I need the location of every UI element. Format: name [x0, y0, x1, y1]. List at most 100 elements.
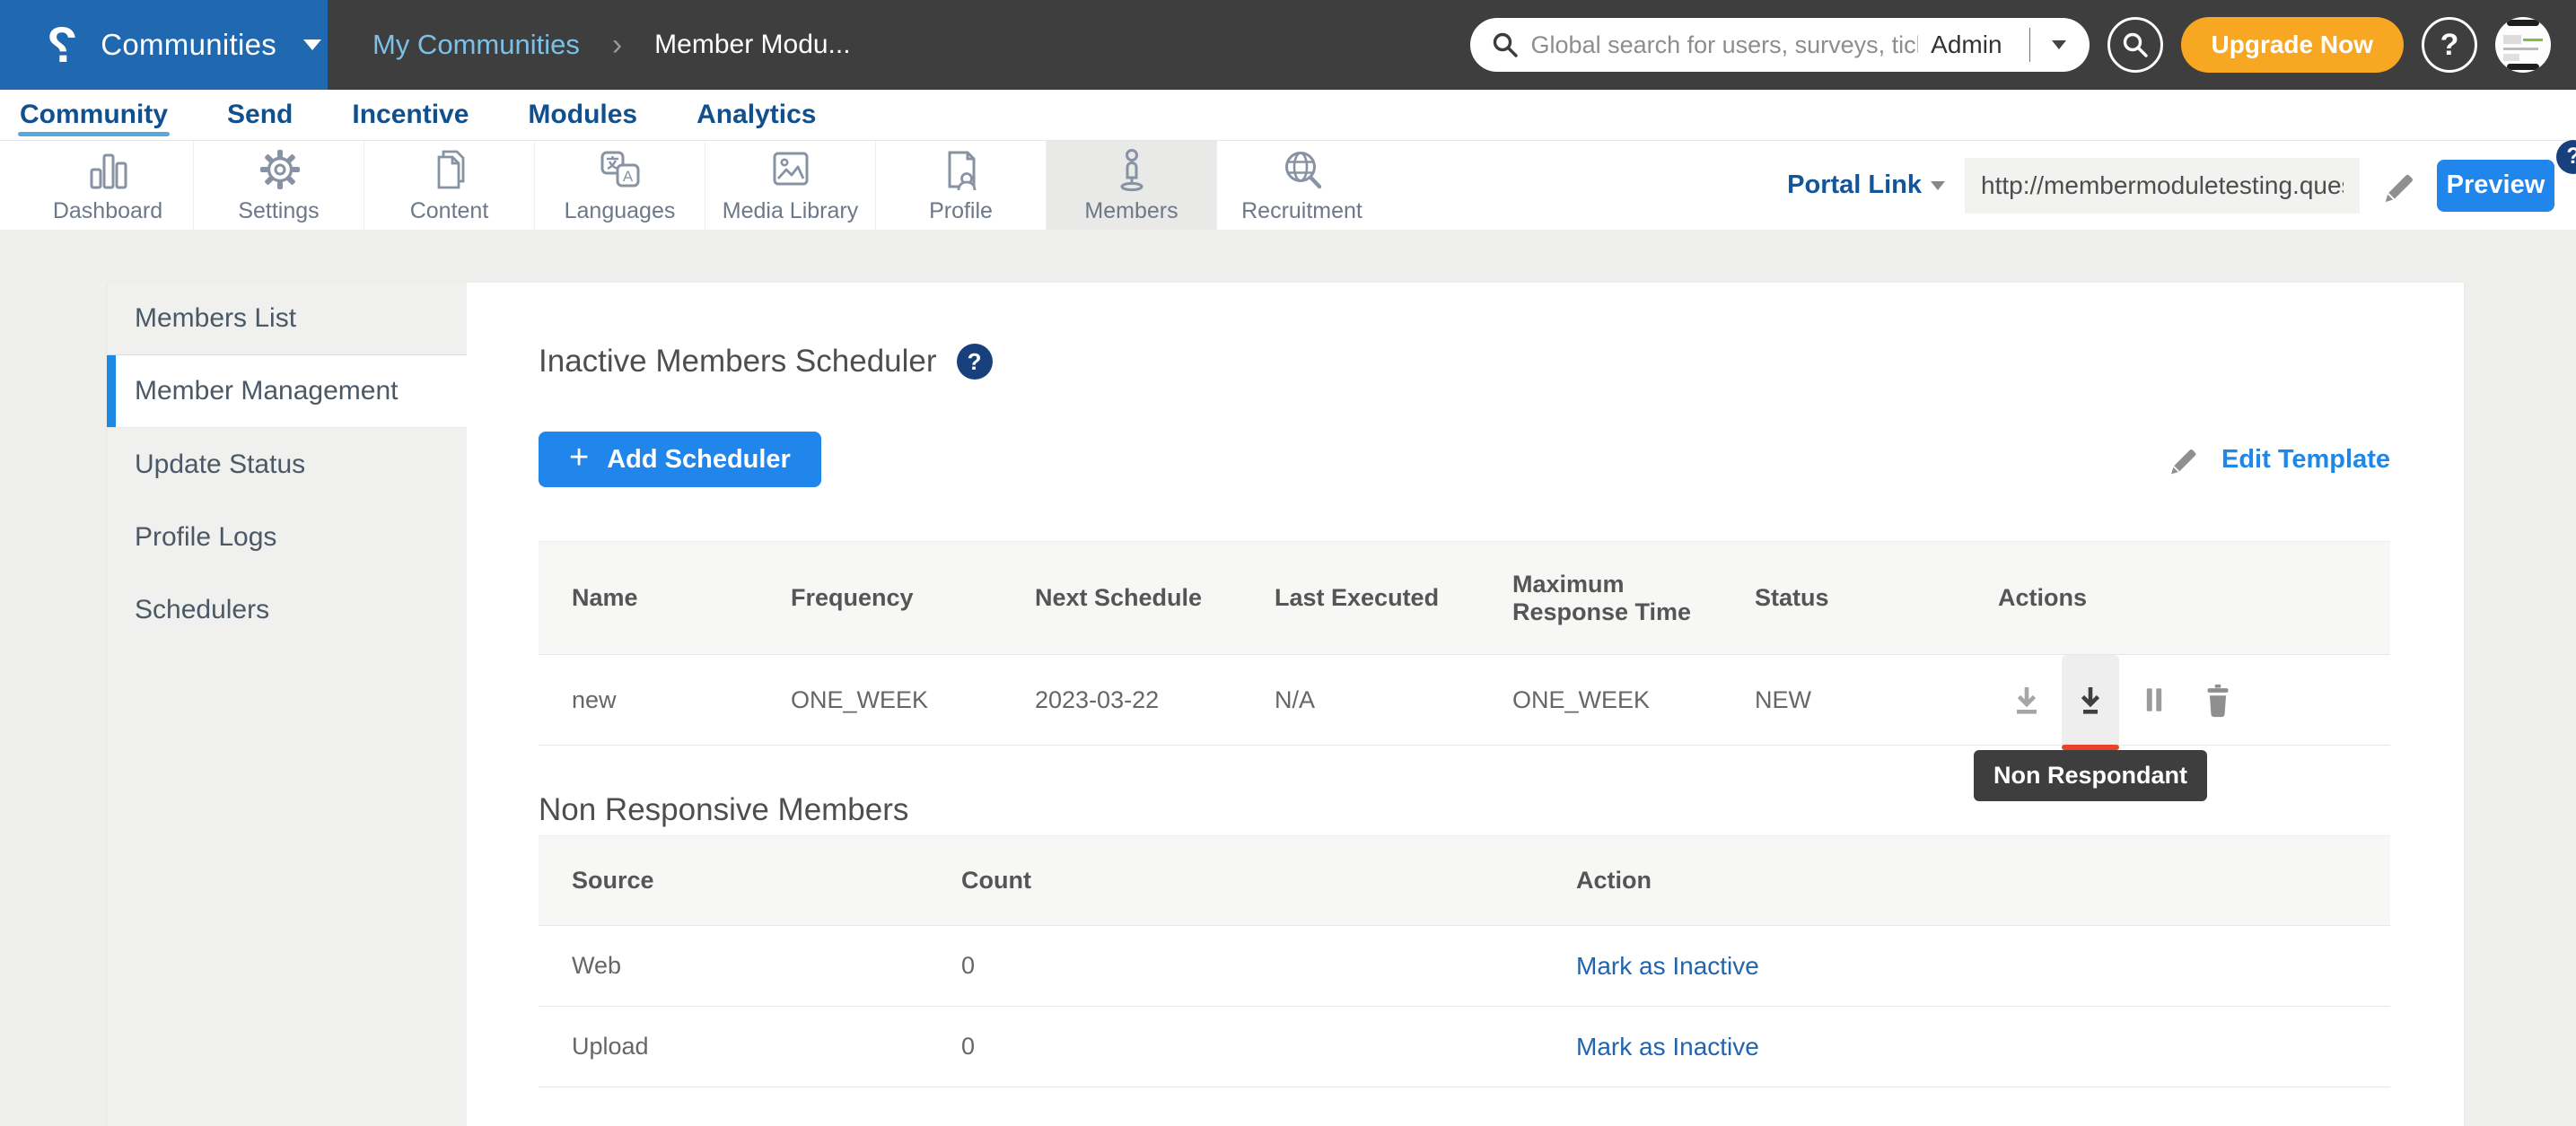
content-icon	[425, 146, 475, 193]
sidebar-item-member-management[interactable]: Member Management	[108, 355, 467, 428]
header-actions: Admin Upgrade Now ?	[1470, 17, 2576, 73]
table-row: Web 0 Mark as Inactive	[539, 926, 2390, 1007]
delete-button[interactable]	[2189, 655, 2247, 745]
search-scope[interactable]: Admin	[1931, 31, 2016, 59]
cell-status: NEW	[1755, 655, 1998, 746]
add-scheduler-button[interactable]: + Add Scheduler	[539, 432, 821, 487]
module-label: Members	[1084, 198, 1178, 224]
chevron-down-icon	[303, 39, 321, 50]
sidebar-item-members-list[interactable]: Members List	[108, 283, 467, 355]
module-label: Profile	[929, 198, 993, 224]
portal-link-dropdown[interactable]: Portal Link	[1787, 170, 1945, 200]
tab-incentive[interactable]: Incentive	[350, 90, 470, 140]
download-non-respondant-button[interactable]: Non Respondant	[2062, 655, 2119, 745]
module-members[interactable]: Members	[1046, 141, 1216, 230]
members-table-header-row: Source Count Action	[539, 836, 2390, 926]
module-recruitment[interactable]: Recruitment	[1216, 141, 1387, 230]
dashboard-icon	[83, 146, 133, 193]
module-languages[interactable]: A Languages	[534, 141, 705, 230]
download-non-respondant-icon	[2071, 680, 2110, 720]
user-avatar[interactable]	[2495, 17, 2551, 73]
download-icon	[2007, 680, 2046, 720]
module-label: Languages	[565, 198, 676, 224]
column-header: Name	[539, 542, 791, 655]
tab-send[interactable]: Send	[225, 90, 294, 140]
cell-name: new	[539, 655, 791, 746]
plus-icon: +	[569, 441, 589, 475]
global-search-input[interactable]	[1531, 31, 1919, 59]
pencil-icon	[2379, 167, 2417, 205]
module-content[interactable]: Content	[364, 141, 534, 230]
cell-last-executed: N/A	[1275, 655, 1512, 746]
pause-button[interactable]	[2125, 655, 2183, 745]
mark-as-inactive-link[interactable]: Mark as Inactive	[1576, 952, 1759, 980]
non-responsive-members-table: Source Count Action Web 0 Mark as Inacti…	[539, 835, 2390, 1087]
module-media-library[interactable]: Media Library	[705, 141, 875, 230]
breadcrumb-parent-link[interactable]: My Communities	[372, 29, 580, 61]
help-button[interactable]: ?	[2422, 17, 2477, 73]
title-help-icon[interactable]: ?	[957, 344, 993, 380]
advanced-search-button[interactable]	[2107, 17, 2163, 73]
search-icon	[2122, 31, 2149, 58]
questionpro-logo-icon: ?	[47, 20, 77, 70]
sidebar-item-schedulers[interactable]: Schedulers	[108, 573, 467, 646]
media-library-icon	[766, 146, 816, 193]
breadcrumb-current: Member Modu...	[654, 30, 850, 60]
download-button[interactable]	[1998, 655, 2055, 745]
top-header: ? Communities My Communities › Member Mo…	[0, 0, 2576, 90]
sidebar-item-profile-logs[interactable]: Profile Logs	[108, 501, 467, 573]
module-dashboard[interactable]: Dashboard	[22, 141, 193, 230]
upgrade-now-button[interactable]: Upgrade Now	[2181, 17, 2404, 73]
breadcrumb: My Communities › Member Modu...	[372, 29, 851, 61]
edit-template-link[interactable]: Edit Template	[2166, 442, 2390, 476]
product-name: Communities	[101, 28, 276, 62]
tab-analytics[interactable]: Analytics	[695, 90, 818, 140]
sidebar-item-update-status[interactable]: Update Status	[108, 428, 467, 501]
languages-icon: A	[595, 146, 645, 193]
page-background: Members List Member Management Update St…	[0, 230, 2576, 1126]
search-icon	[1492, 31, 1519, 58]
tab-community[interactable]: Community	[18, 90, 170, 140]
column-header: Source	[539, 836, 961, 926]
scheduler-table: Name Frequency Next Schedule Last Execut…	[539, 541, 2390, 746]
preview-help-icon[interactable]: ?	[2556, 140, 2576, 174]
trash-icon	[2199, 681, 2237, 719]
cell-frequency: ONE_WEEK	[791, 655, 1035, 746]
column-header: Action	[1576, 836, 2390, 926]
add-scheduler-label: Add Scheduler	[607, 445, 791, 475]
question-mark-icon: ?	[2440, 28, 2459, 63]
cell-next-schedule: 2023-03-22	[1035, 655, 1275, 746]
preview-button[interactable]: Preview	[2437, 160, 2554, 212]
cell-count: 0	[961, 1007, 1576, 1087]
tab-modules[interactable]: Modules	[526, 90, 639, 140]
table-row: Upload 0 Mark as Inactive	[539, 1007, 2390, 1087]
main-content: Inactive Members Scheduler ? + Add Sched…	[467, 283, 2464, 1126]
edit-url-button[interactable]	[2379, 167, 2417, 205]
recruitment-icon	[1277, 146, 1327, 193]
profile-icon	[936, 146, 986, 193]
column-header: Count	[961, 836, 1576, 926]
portal-link-label: Portal Link	[1787, 170, 1922, 200]
mark-as-inactive-link[interactable]: Mark as Inactive	[1576, 1033, 1759, 1061]
module-label: Recruitment	[1241, 198, 1362, 224]
content-panel: Members List Member Management Update St…	[108, 283, 2464, 1126]
product-switcher[interactable]: ? Communities	[0, 0, 328, 90]
tooltip: Non Respondant	[1974, 750, 2207, 801]
column-header: Maximum Response Time	[1512, 542, 1755, 655]
column-header: Status	[1755, 542, 1998, 655]
cell-max-response-time: ONE_WEEK	[1512, 655, 1755, 746]
column-header: Frequency	[791, 542, 1035, 655]
module-label: Media Library	[723, 198, 858, 224]
cell-actions: Non Respondant	[1998, 655, 2390, 746]
cell-source: Upload	[539, 1007, 961, 1087]
svg-text:A: A	[622, 168, 633, 185]
module-profile[interactable]: Profile	[875, 141, 1046, 230]
portal-url-field[interactable]	[1965, 158, 2360, 214]
module-settings[interactable]: Settings	[193, 141, 364, 230]
chevron-down-icon[interactable]	[2052, 40, 2066, 49]
primary-nav: Community Send Incentive Modules Analyti…	[0, 90, 2576, 140]
global-search[interactable]: Admin	[1470, 18, 2090, 72]
edit-template-label: Edit Template	[2221, 445, 2390, 475]
module-toolbar: Dashboard Settings Content A Languages M…	[0, 140, 2576, 230]
column-header: Next Schedule	[1035, 542, 1275, 655]
